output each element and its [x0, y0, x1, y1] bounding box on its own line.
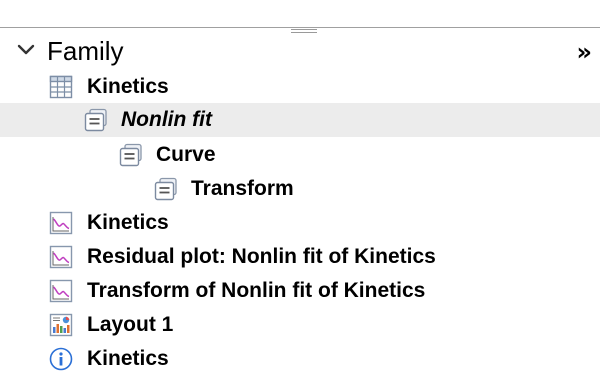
info-icon: [49, 347, 73, 371]
data-table-icon: [49, 75, 73, 99]
family-header[interactable]: Family »: [0, 35, 600, 67]
tree-item-label: Residual plot: Nonlin fit of Kinetics: [87, 245, 436, 268]
tree-item-kinetics-data[interactable]: Kinetics: [0, 70, 600, 104]
tree-item-nonlin-fit[interactable]: Nonlin fit: [0, 103, 600, 137]
graph-icon: [49, 211, 73, 235]
graph-icon: [49, 279, 73, 303]
tree-item-label: Curve: [156, 143, 216, 166]
tree-item-kinetics-graph[interactable]: Kinetics: [0, 206, 600, 240]
family-title: Family: [47, 36, 124, 66]
tree-item-transform-graph[interactable]: Transform of Nonlin fit of Kinetics: [0, 274, 600, 308]
tree-item-residual-plot[interactable]: Residual plot: Nonlin fit of Kinetics: [0, 240, 600, 274]
tree-item-label: Transform of Nonlin fit of Kinetics: [87, 279, 426, 302]
tree-item-label: Kinetics: [87, 347, 169, 370]
analysis-icon: [119, 143, 142, 167]
panel-top-border: [0, 27, 600, 28]
analysis-icon: [84, 108, 107, 132]
graph-icon: [49, 245, 73, 269]
tree-item-label: Nonlin fit: [121, 108, 212, 131]
tree-item-label: Layout 1: [87, 313, 174, 336]
chevron-down-icon[interactable]: [16, 42, 36, 58]
analysis-icon: [154, 177, 177, 201]
tree-item-curve[interactable]: Curve: [0, 138, 600, 172]
tree-item-label: Kinetics: [87, 75, 169, 98]
splitter-grip[interactable]: [291, 29, 317, 34]
tree-item-transform[interactable]: Transform: [0, 172, 600, 206]
tree-item-label: Kinetics: [87, 211, 169, 234]
layout-icon: [49, 313, 73, 337]
family-panel: Family » Kinetics Nonlin fit Curve Trans…: [0, 0, 600, 372]
tree-item-layout[interactable]: Layout 1: [0, 308, 600, 342]
tree-item-label: Transform: [191, 177, 294, 200]
tree-item-kinetics-info[interactable]: Kinetics: [0, 342, 600, 372]
more-button[interactable]: »: [576, 37, 592, 67]
